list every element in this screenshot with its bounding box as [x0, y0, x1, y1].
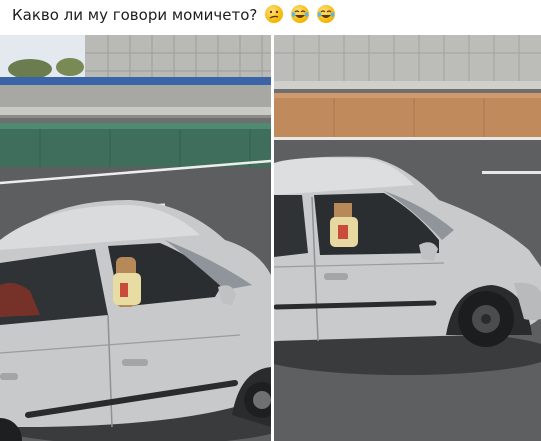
laughing-tears-icon	[290, 5, 309, 23]
photo-left[interactable]	[0, 35, 271, 441]
photo-right[interactable]	[274, 35, 541, 441]
post-caption: Какво ли му говори момичето?	[12, 5, 335, 25]
car-photo-left	[0, 35, 271, 441]
post-header: Какво ли му говори момичето?	[0, 0, 541, 33]
car-photo-right	[274, 35, 541, 441]
laughing-tears-icon	[316, 5, 335, 23]
confused-face-icon	[265, 5, 284, 23]
caption-text: Какво ли му говори момичето?	[12, 6, 258, 24]
